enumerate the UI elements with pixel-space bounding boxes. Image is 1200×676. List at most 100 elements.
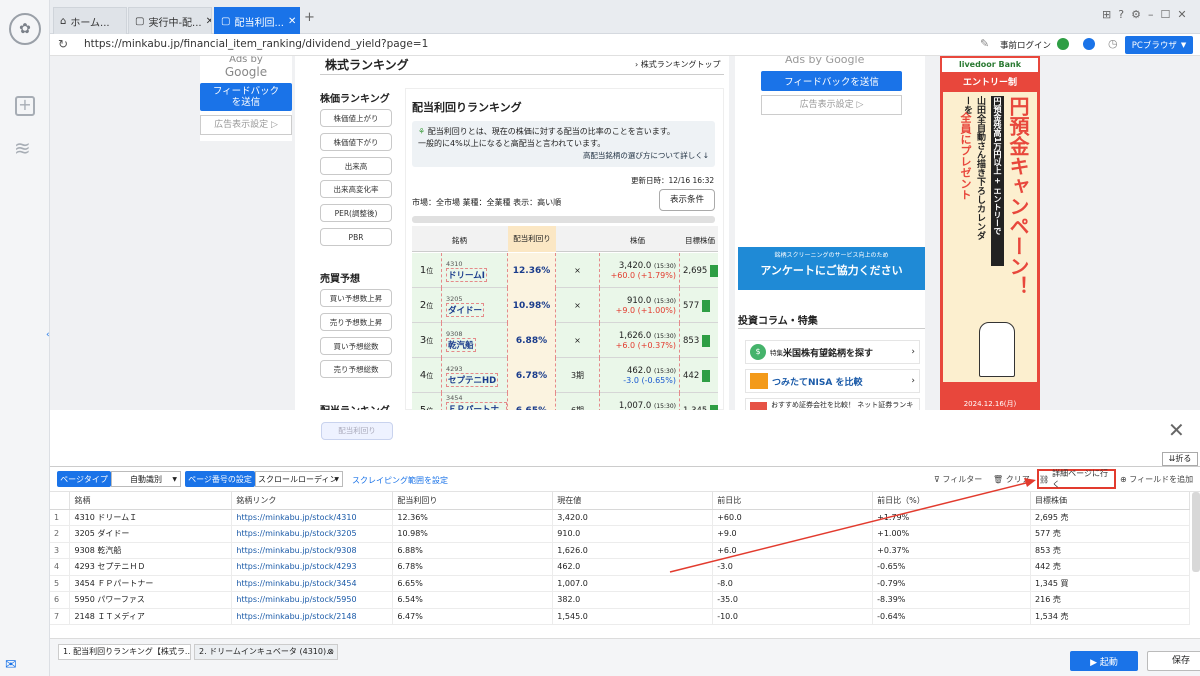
grid-vertical-scrollbar[interactable] <box>1192 492 1200 572</box>
new-tab-icon[interactable]: + <box>304 10 315 25</box>
column-item-us-stocks[interactable]: $ 特集 米国株有望銘柄を探す › <box>745 340 920 364</box>
stock-cell[interactable]: 3205 ダイドー <box>442 288 508 323</box>
ranking-btn-price-up[interactable]: 株価値上がり <box>320 109 392 127</box>
save-button[interactable]: 保存 <box>1147 651 1200 671</box>
feedback-button-right[interactable]: フィードバックを送信 <box>761 71 902 91</box>
minimize-icon[interactable]: – <box>1148 8 1161 21</box>
plus-circle-icon: ⊕ <box>1120 475 1127 484</box>
column-header[interactable]: 前日比 <box>712 492 874 510</box>
livedoor-bank-banner[interactable]: livedoor Bank エントリー制 円預金キャンペーン！ 円預金残高1万円… <box>940 56 1040 410</box>
scraping-scope-link[interactable]: スクレイピング範囲を設定 <box>352 475 448 486</box>
stock-cell[interactable]: 4293 セプテニHD <box>442 358 508 393</box>
stock-cell[interactable]: 4310 ドリームI <box>442 253 508 288</box>
tab-home[interactable]: ⌂ ホーム... <box>53 7 127 34</box>
new-task-icon[interactable]: + <box>15 96 35 116</box>
row-number: 2 <box>50 525 71 543</box>
status-badge <box>702 334 711 347</box>
ranking-btn-sell-up[interactable]: 売り予想数上昇 <box>320 313 392 331</box>
column-item-brokers[interactable]: おすすめ証券会社を比較！ ネット証券ランキング <box>745 398 920 410</box>
bottom-tab-label: 2. ドリームインキュベータ (4310)... <box>199 647 334 656</box>
feedback-label: フィードバック を送信 <box>212 86 280 108</box>
close-icon[interactable]: ⊗ <box>327 645 334 659</box>
rank-cell: 3位 <box>412 323 442 358</box>
help-icon[interactable]: ? <box>1118 8 1131 21</box>
ranking-top-link[interactable]: › 株式ランキングトップ <box>635 59 721 70</box>
table-row[interactable]: 5 3454 ＦＰパートナー https://minkabu.jp/stock/34… <box>50 575 1190 592</box>
stock-cell[interactable]: 3454ＦＰパートナー <box>442 393 508 410</box>
dividend-panel: 配当利回りランキング ⚘ 配当利回りとは、現在の株価に対する配当の比率のことを言… <box>405 88 724 410</box>
column-header[interactable]: 銘柄 <box>69 492 233 510</box>
ranking-btn-sell-total[interactable]: 売り予想総数 <box>320 360 392 378</box>
column-header[interactable]: 銘柄リンク <box>231 492 394 510</box>
display-condition-button[interactable]: 表示条件 <box>659 189 715 211</box>
close-icon[interactable]: ✕ <box>202 16 211 27</box>
tab-dividend[interactable]: ▢ 配当利回... ✕ <box>214 7 300 34</box>
ranking-btn-pbr[interactable]: PBR <box>320 228 392 246</box>
page-number-select[interactable]: スクロールローディン ▼ <box>255 471 343 487</box>
table-cell: 6.47% <box>392 608 554 625</box>
target-cell: 1,345 <box>680 393 718 410</box>
reload-icon[interactable]: ↻ <box>58 37 68 51</box>
ranking-top-label: 株式ランキングトップ <box>640 60 721 69</box>
mail-icon[interactable]: ✉ <box>5 657 17 673</box>
ranking-btn-buy-total[interactable]: 買い予想総数 <box>320 337 392 355</box>
bottom-tab-2[interactable]: 2. ドリームインキュベータ (4310)... ⊗ <box>194 644 338 660</box>
close-icon[interactable]: ✕ <box>1168 418 1185 442</box>
run-button[interactable]: ▶ 起動 <box>1070 651 1138 671</box>
gift-icon[interactable]: ⊞ <box>1102 8 1118 21</box>
close-window-icon[interactable]: ✕ <box>1177 8 1193 21</box>
column-header[interactable]: 配当利回り <box>392 492 554 510</box>
column-header[interactable]: 目標株価 <box>1030 492 1190 510</box>
table-row[interactable]: 1 4310 ドリームＩ https://minkabu.jp/stock/4310… <box>50 509 1190 526</box>
timer-icon[interactable]: ◷ <box>1108 37 1118 50</box>
data-table: 銘柄 銘柄リンク 配当利回り 現在値 前日比 前日比（%） 目標株価 1 4310 ドリームＩ… <box>50 492 1190 625</box>
page-type-select[interactable]: 自動識別 ▼ <box>111 471 181 487</box>
table-cell: -0.79% <box>872 575 1032 592</box>
column-header[interactable]: 前日比（%） <box>872 492 1032 510</box>
ranking-btn-volume-change[interactable]: 出来高変化率 <box>320 180 392 198</box>
survey-banner[interactable]: 銘柄スクリーニングのサービス向上のため アンケートにご協力ください <box>738 247 925 290</box>
ranking-btn-price-down[interactable]: 株価値下がり <box>320 133 392 151</box>
filter-button[interactable]: ⊽ フィルター <box>934 474 982 485</box>
column-item-nisa[interactable]: つみたてNISA を比較 › <box>745 369 920 393</box>
edit-icon[interactable]: ✎ <box>980 37 989 50</box>
link-icon: ⛓ <box>1039 474 1050 484</box>
table-cell: -0.65% <box>872 558 1032 576</box>
close-icon[interactable]: ✕ <box>284 16 296 27</box>
table-cell: 6.78% <box>392 558 554 576</box>
feedback-button[interactable]: フィードバック を送信 <box>200 83 292 111</box>
fold-button[interactable]: ⇊折る <box>1162 452 1198 466</box>
column-header[interactable]: 現在値 <box>552 492 714 510</box>
ad-settings-right[interactable]: 広告表示設定 ▷ <box>761 95 902 115</box>
table-row[interactable]: 7 2148 ＩＴメディア https://minkabu.jp/stock/214… <box>50 608 1190 625</box>
go-detail-page-button[interactable]: ⛓ 詳細ページに行く <box>1037 469 1116 489</box>
banner-present: 全員にプレゼント <box>959 112 972 200</box>
tab-running[interactable]: ▢実行中-配...✕ <box>128 7 212 34</box>
ranking-btn-per[interactable]: PER(調整後) <box>320 204 392 222</box>
bottom-tab-1[interactable]: 1. 配当利回りランキング【株式ラ... <box>58 644 191 660</box>
pc-browser-button[interactable]: PCブラウザ ▼ <box>1125 36 1193 54</box>
description-box: ⚘ 配当利回りとは、現在の株価に対する配当の比率のことを言います。 一般的に4%… <box>412 121 715 167</box>
table-cell: +9.0 <box>712 525 874 543</box>
stock-cell[interactable]: 9308 乾汽船 <box>442 323 508 358</box>
clear-button[interactable]: 🗑 クリア <box>993 474 1030 485</box>
table-row[interactable]: 3 9308 乾汽船 https://minkabu.jp/stock/9308 6.… <box>50 542 1190 559</box>
ad-settings-button[interactable]: 広告表示設定 ▷ <box>200 115 292 135</box>
layers-icon[interactable]: ≋ <box>14 136 31 160</box>
web-page-viewport: Ads by Google フィードバック を送信 広告表示設定 ▷ 株式ランキ… <box>50 56 1200 410</box>
url-input[interactable]: https://minkabu.jp/financial_item_rankin… <box>84 38 428 50</box>
dividend-side-button[interactable]: 配当利回り <box>321 422 393 440</box>
desc-link[interactable]: 高配当銘柄の選び方について詳しく↓ <box>418 150 709 162</box>
table-row[interactable]: 2 3205 ダイドー https://minkabu.jp/stock/3205 1… <box>50 525 1190 543</box>
table-scrollbar[interactable] <box>412 216 715 223</box>
ranking-btn-volume[interactable]: 出来高 <box>320 157 392 175</box>
add-field-button[interactable]: ⊕ フィールドを追加 <box>1120 474 1193 485</box>
table-row[interactable]: 6 5950 パワーファス https://minkabu.jp/stock/595… <box>50 591 1190 609</box>
pre-login-button[interactable]: 事前ログイン <box>1000 39 1051 51</box>
ranking-btn-buy-up[interactable]: 買い予想数上昇 <box>320 289 392 307</box>
maximize-icon[interactable]: ☐ <box>1160 8 1177 21</box>
table-row[interactable]: 4 4293 セプテニＨＤ https://minkabu.jp/stock/429… <box>50 558 1190 576</box>
table-cell: -8.0 <box>712 575 874 592</box>
gear-icon[interactable]: ⚙ <box>1131 8 1148 21</box>
target-cell: 853 <box>680 323 718 358</box>
